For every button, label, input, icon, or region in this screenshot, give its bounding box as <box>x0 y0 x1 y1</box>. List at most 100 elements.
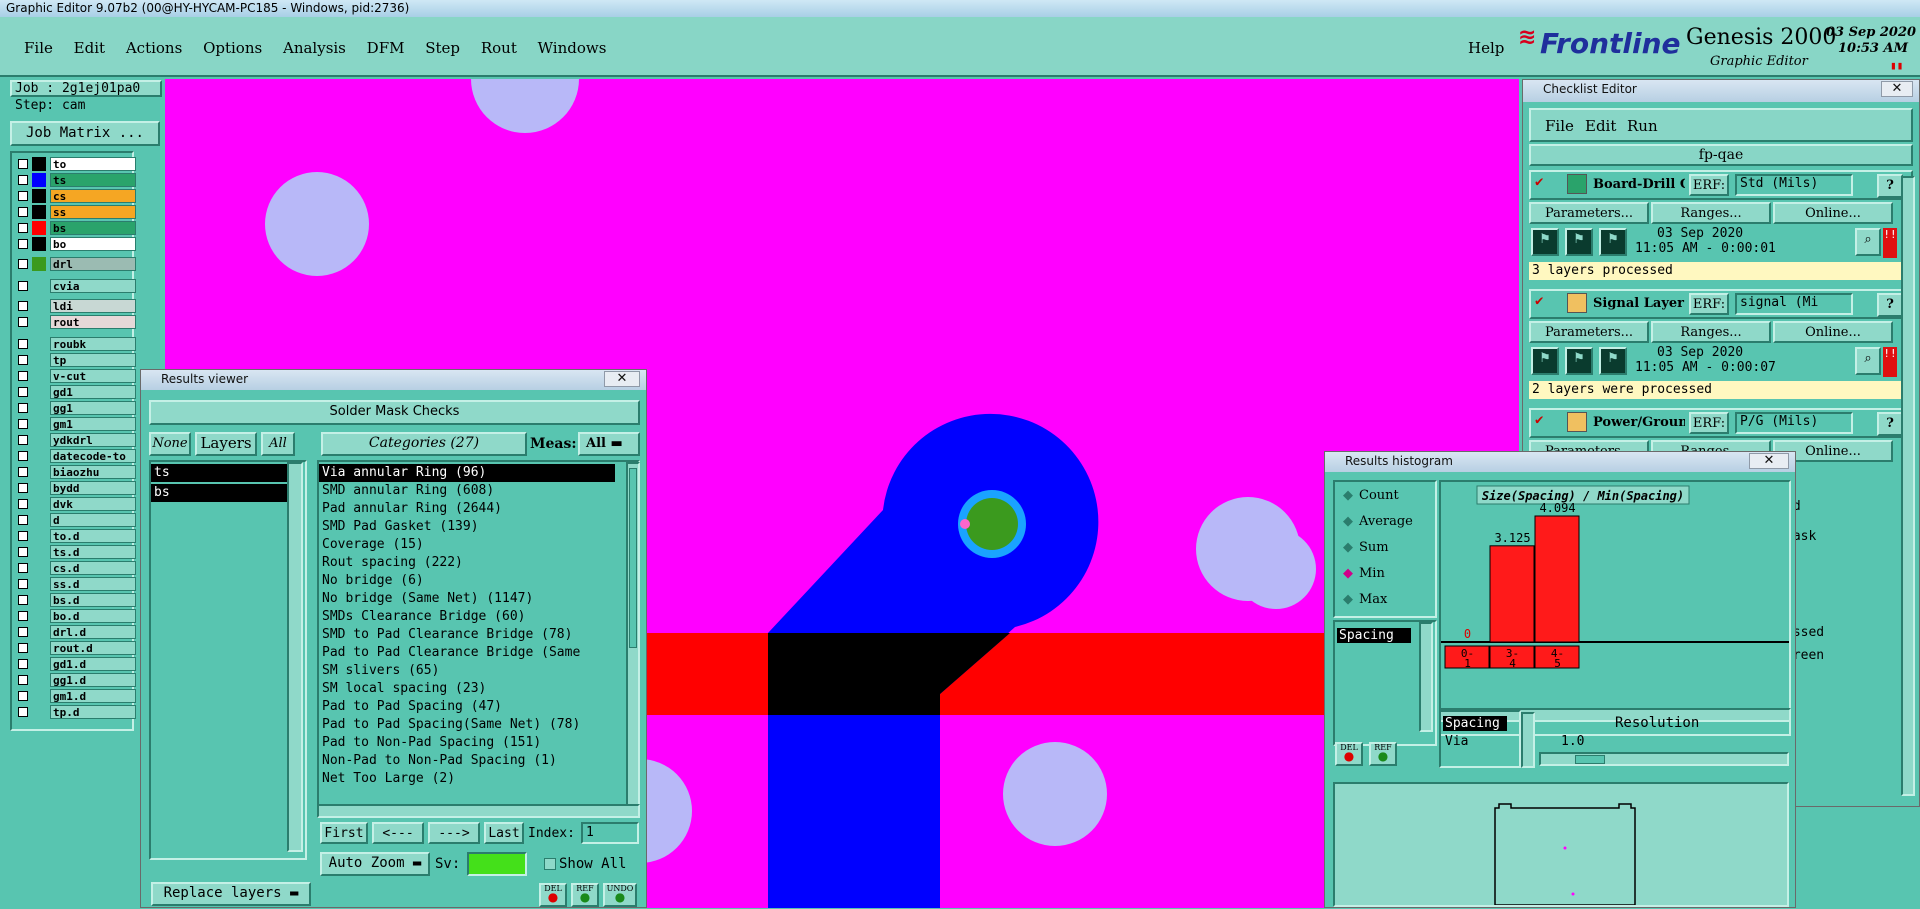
layer-row-gd1-d[interactable]: gd1.d <box>16 657 138 671</box>
layer-row-ss[interactable]: ss <box>16 205 138 219</box>
layer-name[interactable]: rout.d <box>50 641 136 655</box>
layer-checkbox[interactable] <box>18 707 28 717</box>
layer-row-to[interactable]: to <box>16 157 138 171</box>
category-hscrollbar[interactable] <box>317 804 640 818</box>
layer-row-drl-d[interactable]: drl.d <box>16 625 138 639</box>
auto-zoom-dropdown[interactable]: Auto Zoom ▬ <box>320 852 430 876</box>
categories-button[interactable]: Categories (27) <box>321 432 527 456</box>
layer-list-scrollbar[interactable] <box>287 462 303 852</box>
erf-field[interactable]: P/G (Mils) <box>1735 412 1853 434</box>
menu-rout[interactable]: Rout <box>481 39 517 57</box>
layer-row-biaozhu[interactable]: biaozhu <box>16 465 138 479</box>
zoom-icon[interactable]: ⌕ <box>1855 228 1881 256</box>
layer-name[interactable]: ydkdrl <box>50 433 136 447</box>
layer-row-bs[interactable]: bs <box>16 221 138 235</box>
run-icon[interactable]: ⚑ <box>1599 228 1627 256</box>
layer-checkbox[interactable] <box>18 207 28 217</box>
layer-checkbox[interactable] <box>18 301 28 311</box>
layer-row-bydd[interactable]: bydd <box>16 481 138 495</box>
layer-checkbox[interactable] <box>18 239 28 249</box>
menu-edit[interactable]: Edit <box>74 39 105 57</box>
next-button[interactable]: ---> <box>428 822 480 844</box>
radio-icon[interactable]: ◆ <box>1343 566 1353 581</box>
layer-checkbox[interactable] <box>18 403 28 413</box>
online-button[interactable]: Online... <box>1773 321 1893 343</box>
layer-row-cvia[interactable]: cvia <box>16 279 138 293</box>
parameters-button[interactable]: Parameters... <box>1529 321 1649 343</box>
layer-name[interactable]: to.d <box>50 529 136 543</box>
legend-scrollbar[interactable] <box>1521 712 1535 768</box>
radio-icon[interactable]: ◆ <box>1343 592 1353 607</box>
ranges-button[interactable]: Ranges... <box>1651 321 1771 343</box>
layer-checkbox[interactable] <box>18 371 28 381</box>
layer-row-cs[interactable]: cs <box>16 189 138 203</box>
sv-color-dropdown[interactable] <box>467 852 527 876</box>
layer-name[interactable]: tp.d <box>50 705 136 719</box>
category-item[interactable]: Coverage (15) <box>319 536 638 554</box>
layer-row-bo[interactable]: bo <box>16 237 138 251</box>
histogram-bar[interactable] <box>1534 515 1580 643</box>
prev-button[interactable]: <--- <box>372 822 424 844</box>
layer-name[interactable]: biaozhu <box>50 465 136 479</box>
layer-name[interactable]: gd1 <box>50 385 136 399</box>
layer-name[interactable]: rout <box>50 315 136 329</box>
layer-name[interactable]: cvia <box>50 279 136 293</box>
layer-checkbox[interactable] <box>18 547 28 557</box>
run-icon[interactable]: ⚑ <box>1531 228 1559 256</box>
layer-checkbox[interactable] <box>18 435 28 445</box>
layer-row-ts[interactable]: ts <box>16 173 138 187</box>
layer-checkbox[interactable] <box>18 531 28 541</box>
category-item[interactable]: Via annular Ring (96) <box>319 464 615 482</box>
layer-name[interactable]: ts.d <box>50 545 136 559</box>
meas-dropdown[interactable]: All ▬ <box>578 432 640 456</box>
layer-checkbox[interactable] <box>18 259 28 269</box>
layer-row-gm1[interactable]: gm1 <box>16 417 138 431</box>
mode-average[interactable]: ◆ Average <box>1343 514 1413 529</box>
show-all-checkbox[interactable] <box>544 858 556 870</box>
list-item[interactable]: ts <box>151 464 291 482</box>
check-name[interactable]: Power/Ground C <box>1593 415 1685 430</box>
menu-windows[interactable]: Windows <box>538 39 607 57</box>
run-icon[interactable]: ⚑ <box>1531 347 1559 375</box>
run-icon[interactable]: ⚑ <box>1565 228 1593 256</box>
pause-icon[interactable]: ▮▮ <box>1890 59 1903 72</box>
category-item[interactable]: SMD to Pad Clearance Bridge (78) <box>319 626 638 644</box>
slider-handle[interactable] <box>1575 755 1605 764</box>
layer-row-dvk[interactable]: dvk <box>16 497 138 511</box>
check-enabled-icon[interactable]: ✔ <box>1535 293 1543 309</box>
layer-checkbox[interactable] <box>18 387 28 397</box>
close-icon[interactable]: ✕ <box>604 371 640 387</box>
layer-row-ts-d[interactable]: ts.d <box>16 545 138 559</box>
layer-name[interactable]: gm1 <box>50 417 136 431</box>
checklist-menu-edit[interactable]: Edit <box>1585 117 1616 135</box>
category-item[interactable]: Pad to Pad Spacing (47) <box>319 698 638 716</box>
layer-name[interactable]: v-cut <box>50 369 136 383</box>
layer-checkbox[interactable] <box>18 451 28 461</box>
layer-name[interactable]: cs.d <box>50 561 136 575</box>
layer-name[interactable]: ss.d <box>50 577 136 591</box>
menu-file[interactable]: File <box>24 39 53 57</box>
layer-row-tp[interactable]: tp <box>16 353 138 367</box>
layer-row-gd1[interactable]: gd1 <box>16 385 138 399</box>
help-button[interactable]: ? <box>1877 174 1903 198</box>
menu-step[interactable]: Step <box>425 39 460 57</box>
undo-button[interactable]: UNDO ● <box>603 883 637 907</box>
layer-checkbox[interactable] <box>18 675 28 685</box>
del-button[interactable]: DEL ● <box>539 883 567 907</box>
erf-field[interactable]: Std (Mils) <box>1735 174 1853 196</box>
layer-checkbox[interactable] <box>18 579 28 589</box>
close-icon[interactable]: ✕ <box>1881 81 1913 97</box>
layer-name[interactable]: bo <box>50 237 136 251</box>
mode-count[interactable]: ◆ Count <box>1343 488 1399 503</box>
hist-ref-button[interactable]: REF ● <box>1369 742 1397 766</box>
all-button[interactable]: All <box>261 432 295 456</box>
layer-name[interactable]: dvk <box>50 497 136 511</box>
radio-icon[interactable]: ◆ <box>1343 540 1353 555</box>
layer-name[interactable]: ldi <box>50 299 136 313</box>
category-item[interactable]: SMD Pad Gasket (139) <box>319 518 638 536</box>
resolution-slider[interactable] <box>1539 752 1789 766</box>
layer-checkbox[interactable] <box>18 159 28 169</box>
category-item[interactable]: No bridge (Same Net) (1147) <box>319 590 638 608</box>
replace-layers-button[interactable]: Replace layers ▬ <box>151 882 311 906</box>
last-button[interactable]: Last <box>484 822 524 844</box>
